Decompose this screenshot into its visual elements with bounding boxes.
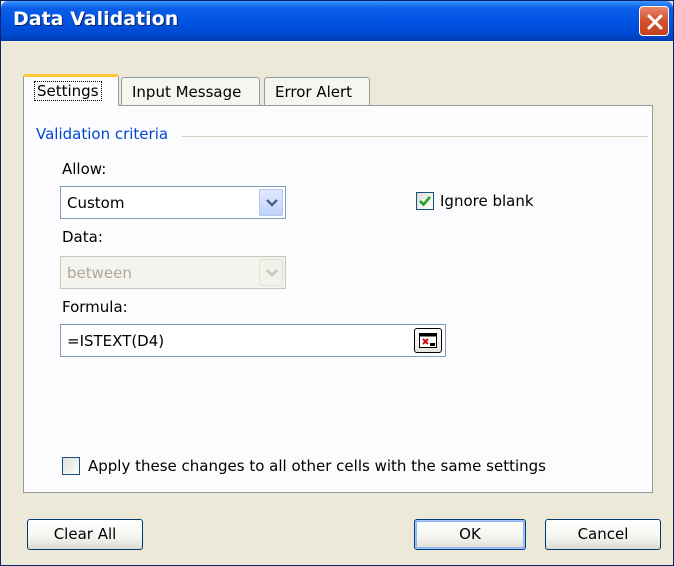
collapse-dialog-button[interactable] — [414, 328, 442, 353]
settings-panel: Validation criteria Allow: Custom Ignore… — [23, 105, 653, 493]
data-label: Data: — [62, 228, 103, 246]
ok-button[interactable]: OK — [414, 519, 526, 550]
close-icon — [647, 14, 663, 30]
close-button[interactable] — [639, 6, 669, 36]
apply-all-label[interactable]: Apply these changes to all other cells w… — [88, 457, 546, 475]
allow-select-value: Custom — [67, 194, 125, 212]
tab-settings-label: Settings — [34, 81, 102, 101]
group-divider — [182, 136, 648, 137]
tab-settings[interactable]: Settings — [23, 74, 119, 106]
dialog-title: Data Validation — [13, 8, 179, 30]
allow-select[interactable]: Custom — [60, 186, 286, 219]
apply-all-checkbox[interactable] — [62, 457, 80, 475]
formula-input-value: =ISTEXT(D4) — [67, 332, 165, 350]
group-title: Validation criteria — [36, 125, 169, 143]
data-dropdown-button[interactable] — [259, 259, 283, 286]
cancel-button[interactable]: Cancel — [545, 519, 661, 550]
tab-error-alert-label: Error Alert — [275, 83, 353, 101]
formula-label: Formula: — [62, 298, 128, 316]
collapse-dialog-icon — [419, 333, 437, 348]
data-select-value: between — [67, 264, 132, 282]
data-validation-dialog: Data Validation Settings Input Message E… — [0, 0, 674, 566]
tab-error-alert[interactable]: Error Alert — [264, 77, 370, 105]
chevron-down-icon — [266, 269, 278, 277]
allow-label: Allow: — [62, 160, 107, 178]
ignore-blank-checkbox[interactable] — [416, 192, 434, 210]
chevron-down-icon — [266, 199, 278, 207]
title-bar[interactable]: Data Validation — [1, 1, 673, 41]
data-select[interactable]: between — [60, 256, 286, 289]
formula-input[interactable]: =ISTEXT(D4) — [60, 324, 446, 357]
checkmark-icon — [419, 196, 431, 207]
clear-all-button[interactable]: Clear All — [27, 519, 143, 550]
tab-input-message[interactable]: Input Message — [121, 77, 260, 105]
ignore-blank-label[interactable]: Ignore blank — [440, 192, 534, 210]
allow-dropdown-button[interactable] — [259, 189, 283, 216]
tab-input-message-label: Input Message — [132, 83, 242, 101]
